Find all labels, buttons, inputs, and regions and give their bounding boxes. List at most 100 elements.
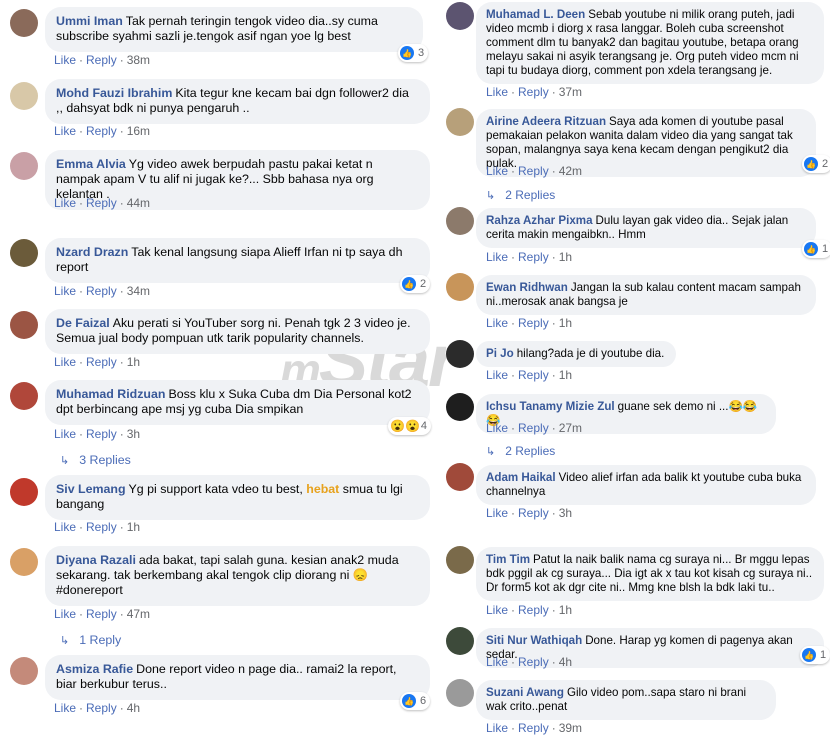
like-link[interactable]: Like — [54, 520, 76, 534]
reply-link[interactable]: Reply — [86, 196, 117, 210]
like-link[interactable]: Like — [486, 655, 508, 669]
comment-time[interactable]: 44m — [127, 196, 150, 210]
comment-author[interactable]: Mohd Fauzi Ibrahim — [56, 86, 172, 100]
view-replies-link[interactable]: ↳ 2 Replies — [486, 188, 555, 202]
comment-time[interactable]: 1h — [559, 368, 572, 382]
comment-author[interactable]: Ichsu Tanamy Mizie Zul — [486, 400, 615, 413]
reply-link[interactable]: Reply — [518, 368, 549, 382]
reply-link[interactable]: Reply — [86, 701, 117, 715]
avatar[interactable] — [446, 108, 474, 136]
avatar[interactable] — [446, 627, 474, 655]
like-link[interactable]: Like — [54, 53, 76, 67]
avatar[interactable] — [10, 82, 38, 110]
avatar[interactable] — [10, 657, 38, 685]
reaction-count[interactable]: 👍 3 — [398, 44, 429, 62]
comment-author[interactable]: Emma Alvia — [56, 157, 126, 171]
reply-link[interactable]: Reply — [86, 53, 117, 67]
reply-link[interactable]: Reply — [518, 421, 549, 435]
comment-author[interactable]: Muhamad L. Deen — [486, 8, 585, 21]
comment-author[interactable]: Pi Jo — [486, 347, 514, 360]
comment-time[interactable]: 39m — [559, 721, 582, 735]
reply-link[interactable]: Reply — [518, 85, 549, 99]
like-link[interactable]: Like — [486, 506, 508, 520]
comment-author[interactable]: Ummi Iman — [56, 14, 123, 28]
like-link[interactable]: Like — [486, 421, 508, 435]
comment-author[interactable]: Asmiza Rafie — [56, 662, 133, 676]
reply-link[interactable]: Reply — [86, 355, 117, 369]
comment-time[interactable]: 4h — [127, 701, 140, 715]
reply-link[interactable]: Reply — [86, 124, 117, 138]
like-link[interactable]: Like — [54, 607, 76, 621]
reaction-count[interactable]: 👍 2 — [400, 275, 431, 293]
reply-link[interactable]: Reply — [86, 427, 117, 441]
like-link[interactable]: Like — [486, 85, 508, 99]
comment-author[interactable]: Suzani Awang — [486, 686, 564, 699]
comment-time[interactable]: 27m — [559, 421, 582, 435]
comment-time[interactable]: 1h — [127, 520, 140, 534]
reaction-count[interactable]: 👍 1 — [800, 646, 830, 664]
comment-author[interactable]: Siv Lemang — [56, 482, 126, 496]
avatar[interactable] — [10, 9, 38, 37]
like-link[interactable]: Like — [54, 196, 76, 210]
highlight-keyword[interactable]: hebat — [306, 482, 339, 496]
view-replies-link[interactable]: ↳ 2 Replies — [486, 444, 555, 458]
comment-author[interactable]: Adam Haikal — [486, 471, 556, 484]
view-replies-link[interactable]: ↳ 3 Replies — [60, 453, 131, 467]
comment-author[interactable]: Nzard Drazn — [56, 245, 128, 259]
comment-author[interactable]: Siti Nur Wathiqah — [486, 634, 582, 647]
comment-time[interactable]: 47m — [127, 607, 150, 621]
like-link[interactable]: Like — [54, 355, 76, 369]
reply-link[interactable]: Reply — [518, 250, 549, 264]
avatar[interactable] — [446, 546, 474, 574]
comment-time[interactable]: 37m — [559, 85, 582, 99]
like-link[interactable]: Like — [486, 721, 508, 735]
comment-author[interactable]: Rahza Azhar Pixma — [486, 214, 593, 227]
avatar[interactable] — [10, 311, 38, 339]
view-replies-link[interactable]: ↳ 1 Reply — [60, 633, 121, 647]
like-link[interactable]: Like — [54, 124, 76, 138]
comment-time[interactable]: 4h — [559, 655, 572, 669]
avatar[interactable] — [10, 239, 38, 267]
reaction-count[interactable]: 👍 6 — [400, 692, 431, 710]
reply-link[interactable]: Reply — [518, 721, 549, 735]
comment-author[interactable]: Muhamad Ridzuan — [56, 387, 165, 401]
comment-time[interactable]: 34m — [127, 284, 150, 298]
like-link[interactable]: Like — [486, 316, 508, 330]
comment-author[interactable]: De Faizal — [56, 316, 110, 330]
like-link[interactable]: Like — [486, 250, 508, 264]
like-link[interactable]: Like — [486, 164, 508, 178]
avatar[interactable] — [446, 679, 474, 707]
reply-link[interactable]: Reply — [518, 506, 549, 520]
comment-time[interactable]: 3h — [559, 506, 572, 520]
comment-time[interactable]: 1h — [559, 316, 572, 330]
like-link[interactable]: Like — [486, 603, 508, 617]
reply-link[interactable]: Reply — [86, 284, 117, 298]
reply-link[interactable]: Reply — [86, 607, 117, 621]
avatar[interactable] — [10, 382, 38, 410]
like-link[interactable]: Like — [486, 368, 508, 382]
reaction-count[interactable]: 👍 1 — [802, 240, 830, 258]
avatar[interactable] — [446, 2, 474, 30]
comment-time[interactable]: 3h — [127, 427, 140, 441]
reply-link[interactable]: Reply — [518, 164, 549, 178]
comment-author[interactable]: Ewan Ridhwan — [486, 281, 568, 294]
comment-author[interactable]: Airine Adeera Ritzuan — [486, 115, 606, 128]
avatar[interactable] — [446, 393, 474, 421]
comment-time[interactable]: 38m — [127, 53, 150, 67]
avatar[interactable] — [10, 478, 38, 506]
comment-time[interactable]: 42m — [559, 164, 582, 178]
reaction-count[interactable]: 👍 2 — [802, 155, 830, 173]
comment-author[interactable]: Diyana Razali — [56, 553, 136, 567]
reply-link[interactable]: Reply — [518, 603, 549, 617]
comment-time[interactable]: 1h — [559, 603, 572, 617]
like-link[interactable]: Like — [54, 427, 76, 441]
avatar[interactable] — [446, 207, 474, 235]
like-link[interactable]: Like — [54, 284, 76, 298]
avatar[interactable] — [10, 152, 38, 180]
comment-time[interactable]: 16m — [127, 124, 150, 138]
avatar[interactable] — [446, 463, 474, 491]
avatar[interactable] — [446, 340, 474, 368]
comment-author[interactable]: Tim Tim — [486, 553, 530, 566]
avatar[interactable] — [10, 548, 38, 576]
reaction-count[interactable]: 😮😮 4 — [388, 417, 432, 435]
